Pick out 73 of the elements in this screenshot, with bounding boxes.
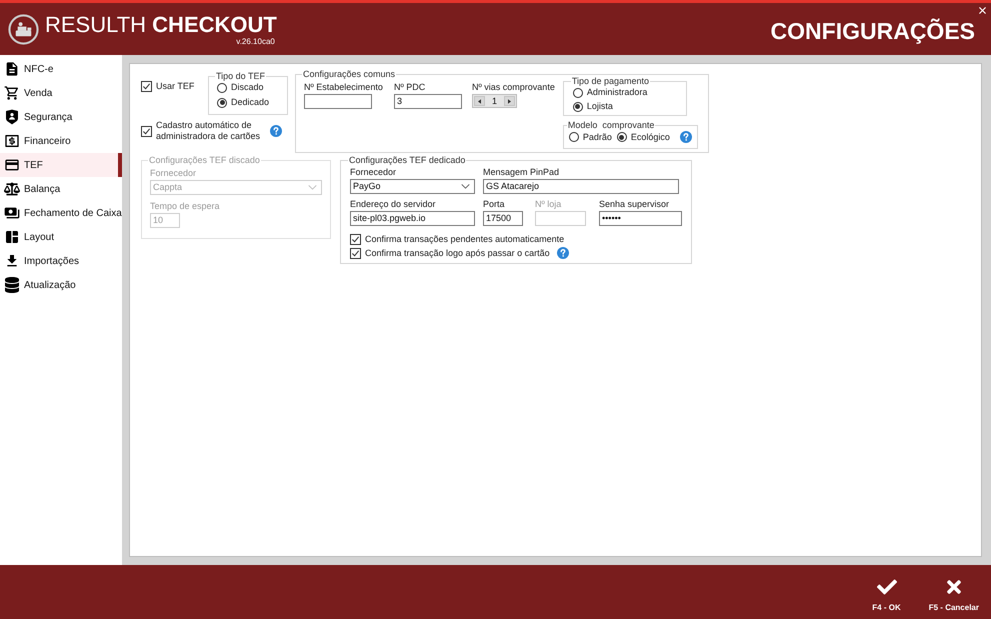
balance-scale-icon	[4, 181, 20, 197]
triangle-left-icon	[478, 98, 481, 104]
dropdown[interactable]: PayGo	[350, 179, 475, 194]
field-label: Senha supervisor	[599, 199, 670, 210]
version-label: v.26.10ca0	[236, 36, 275, 46]
radio-button[interactable]	[572, 102, 583, 112]
field-label: Endereço do servidor	[350, 199, 437, 210]
input-field[interactable]	[304, 94, 372, 109]
sidebar-item[interactable]: TEF	[0, 153, 122, 177]
number-stepper[interactable]: 1	[472, 94, 517, 108]
group-title: Tipo de pagamento	[570, 76, 650, 87]
group-title: Tipo do TEF	[215, 71, 266, 82]
banknotes-icon	[4, 205, 20, 221]
group-title: Configurações TEF dedicado	[348, 155, 466, 166]
group-title: Modelo comprovante	[566, 120, 656, 131]
radio-button[interactable]	[217, 98, 227, 108]
document-icon	[4, 61, 20, 77]
chevron-down-icon	[461, 184, 470, 189]
checkbox-label: Cadastro automático de administradora de cartões	[156, 120, 262, 142]
field-label: Fornecedor	[350, 167, 398, 178]
radio-label: Padrão	[582, 132, 612, 142]
help-icon[interactable]	[270, 125, 282, 137]
checkbox[interactable]	[141, 81, 152, 92]
check-icon	[876, 576, 897, 596]
credit-card-icon	[4, 157, 20, 173]
dashboard-icon	[4, 229, 20, 245]
decrement-button[interactable]	[474, 96, 485, 106]
group-title: Configurações TEF discado	[148, 155, 261, 166]
app-name: RESULTH CHECKOUT	[45, 12, 277, 36]
radio-button[interactable]	[568, 132, 579, 142]
shield-user-icon	[4, 109, 20, 125]
increment-button[interactable]	[504, 96, 515, 106]
radio-label: Discado	[231, 82, 264, 93]
help-icon[interactable]	[680, 131, 692, 143]
checkbox[interactable]	[350, 248, 361, 258]
input-field[interactable]: 17500	[483, 211, 523, 226]
cart-icon	[4, 85, 20, 101]
checkbox-label: Usar TEF	[156, 80, 194, 93]
triangle-right-icon	[508, 98, 511, 104]
checkbox[interactable]	[350, 234, 361, 244]
radio-button[interactable]	[572, 88, 583, 98]
chevron-down-icon	[308, 185, 317, 190]
checkbox[interactable]	[141, 126, 152, 136]
password-field[interactable]: ••••••	[599, 211, 682, 226]
field-label: Nº Estabelecimento	[304, 82, 384, 93]
field-label: Nº PDC	[394, 82, 426, 93]
input-field[interactable]: GS Atacarejo	[483, 179, 679, 194]
field-label: Nº loja	[535, 199, 562, 210]
close-icon[interactable]	[977, 5, 988, 16]
cash-register-logo-icon	[8, 14, 39, 44]
input-field[interactable]: 3	[394, 94, 462, 109]
group-title: Configurações comuns	[302, 69, 396, 80]
field-label: Tempo de espera	[150, 201, 221, 212]
field-label: Porta	[483, 199, 506, 210]
checkbox-label: Confirma transação logo após passar o cartão	[365, 247, 550, 259]
radio-button[interactable]	[217, 82, 227, 92]
radio-label: Ecológico	[630, 132, 670, 142]
radio-label: Administradora	[586, 87, 648, 98]
cancel-button[interactable]: F5 - Cancelar	[928, 572, 979, 612]
database-icon	[4, 277, 20, 293]
field-label: Nº vias comprovante	[472, 82, 555, 93]
dollar-box-icon	[4, 133, 20, 149]
input-field[interactable]: site-pl03.pgweb.io	[350, 211, 475, 226]
page-title: CONFIGURAÇÕES	[770, 18, 975, 44]
stepper-value: 1	[492, 96, 497, 106]
help-icon[interactable]	[556, 247, 569, 259]
field-label: Mensagem PinPad	[483, 167, 560, 178]
checkbox-label: Confirma transações pendentes automaticamente	[365, 233, 564, 245]
field-label: Fornecedor	[150, 168, 198, 179]
radio-button[interactable]	[616, 132, 627, 142]
ok-button[interactable]: F4 - OK	[872, 572, 901, 612]
radio-label: Lojista	[586, 101, 613, 112]
radio-label: Dedicado	[231, 97, 270, 108]
